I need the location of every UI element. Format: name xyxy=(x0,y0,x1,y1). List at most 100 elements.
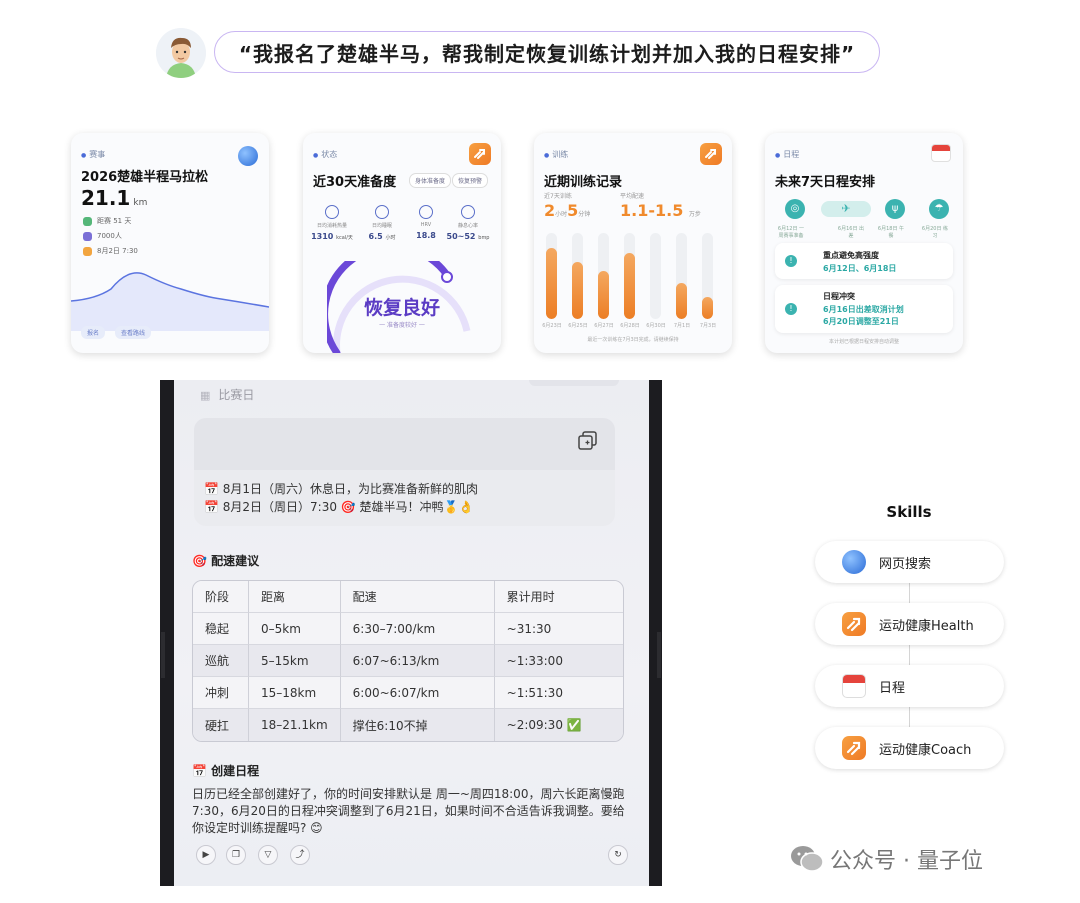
conflict-box[interactable]: ! 日程冲突 6月16日出差取消计划 6月20日调整至21日 xyxy=(775,285,953,333)
table-cell: 巡航 xyxy=(193,645,249,677)
table-cell: 冲刺 xyxy=(193,677,249,709)
box-value: 6月20日调整至21日 xyxy=(823,317,899,326)
share-icon[interactable]: ⤴ xyxy=(290,845,310,865)
race-title: 2026楚雄半程马拉松 xyxy=(81,170,209,185)
recovery-alert-button[interactable]: 恢复预警 xyxy=(452,173,489,188)
hrv-stat: HRV 18.8 xyxy=(403,205,449,240)
copy-message-icon[interactable]: ❐ xyxy=(226,845,246,865)
table-cell: 18–21.1km xyxy=(249,709,341,741)
readiness-button[interactable]: 身体准备度 xyxy=(409,173,452,188)
skill-coach[interactable]: 运动健康Coach xyxy=(815,727,1004,769)
schedule-title: 未来7天日程安排 xyxy=(775,175,876,190)
training-card[interactable]: 训练 近期训练记录 近7天训练 2小时5分钟 平均配速 1.1-1.5 万步 最… xyxy=(534,133,732,353)
elevation-chart xyxy=(71,272,269,331)
table-cell: 6:00~6:07/km xyxy=(340,677,495,709)
bar xyxy=(598,271,609,319)
bar-track xyxy=(650,233,661,319)
table-cell: ~2:09:30 ✅ xyxy=(494,709,623,741)
bar-label: 6月23日 xyxy=(542,323,562,329)
status-title: 近30天准备度 xyxy=(313,175,397,190)
calendar-app-icon xyxy=(931,144,951,162)
table-cell: 0–5km xyxy=(249,613,341,645)
heart-icon xyxy=(461,205,475,219)
table-row: 硬扛 18–21.1km 撑住6:10不掉 ~2:09:30 ✅ xyxy=(193,709,623,741)
skill-web-search[interactable]: 网页搜索 xyxy=(815,541,1004,583)
chat-screen[interactable]: 比赛日 📅 8月1日（周六）休息日，为比赛准备新鲜的肌肉 📅 8月2日（周日）7… xyxy=(174,380,649,886)
card-tag: 日程 xyxy=(775,149,799,160)
flame-icon xyxy=(325,205,339,219)
phone-frame: 比赛日 📅 8月1日（周六）休息日，为比赛准备新鲜的肌肉 📅 8月2日（周日）7… xyxy=(160,380,662,886)
top-bar xyxy=(529,380,619,386)
pace-label: 平均配速 xyxy=(620,193,645,200)
section-header: 比赛日 xyxy=(200,386,254,403)
skill-calendar[interactable]: 日程 xyxy=(815,665,1004,707)
skill-health[interactable]: 运动健康Health xyxy=(815,603,1004,645)
timeline-label: 6月20日 练习 xyxy=(921,226,949,239)
heart-rate-stat: 静息心率 50~52 bmp xyxy=(445,205,491,241)
schedule-card[interactable]: 日程 未来7天日程安排 ◎ ✈ ψ ☂ 6月12日 一周赛事准备 6月16日 出… xyxy=(765,133,963,353)
avoid-intensity-box[interactable]: ! 重点避免高强度 6月12日、6月18日 xyxy=(775,243,953,279)
recovery-subtitle: 一 准备度较好 一 xyxy=(379,322,425,329)
bar xyxy=(546,248,557,319)
training-footer: 最近一次训练在7月3日完成，请继续保持 xyxy=(587,337,679,343)
running-icon: ◎ xyxy=(785,199,805,219)
box-title: 日程冲突 xyxy=(823,292,855,301)
table-row: 冲刺 15–18km 6:00~6:07/km ~1:51:30 xyxy=(193,677,623,709)
training-title: 近期训练记录 xyxy=(544,175,623,190)
bar-track xyxy=(676,233,687,319)
time-icon xyxy=(83,246,92,256)
hrv-icon xyxy=(419,205,433,219)
table-row: 稳起 0–5km 6:30–7:00/km ~31:30 xyxy=(193,613,623,645)
route-pill[interactable]: 查看路线 xyxy=(115,326,152,339)
bar-label: 7月3日 xyxy=(699,323,717,329)
meal-icon: ψ xyxy=(885,199,905,219)
calendar-app-icon xyxy=(842,674,866,698)
copy-icon[interactable] xyxy=(577,430,599,452)
code-card-header xyxy=(194,418,615,470)
signup-pill[interactable]: 报名 xyxy=(81,326,106,339)
training-time-value: 2小时5分钟 xyxy=(544,201,591,220)
health-app-icon xyxy=(700,143,722,165)
regenerate-icon[interactable]: ↻ xyxy=(608,845,628,865)
sleep-stat: 日均睡眠 6.5 小时 xyxy=(359,205,405,241)
bar-track xyxy=(572,233,583,319)
skill-label: 运动健康Health xyxy=(879,619,974,634)
connector-line xyxy=(909,645,910,665)
health-app-icon xyxy=(842,612,866,636)
bar xyxy=(702,297,713,319)
status-card[interactable]: 状态 近30天准备度 身体准备度 恢复预警 日均消耗热量 1310 kcal/天… xyxy=(303,133,501,353)
box-value: 6月16日出差取消计划 xyxy=(823,305,904,314)
side-key xyxy=(657,632,661,678)
training-time-label: 近7天训练 xyxy=(544,193,572,200)
bar-label: 6月27日 xyxy=(594,323,614,329)
globe-icon xyxy=(238,146,258,166)
side-key xyxy=(161,632,165,678)
timeline-label: 6月18日 午餐 xyxy=(877,226,905,239)
table-cell: ~1:51:30 xyxy=(494,677,623,709)
card-tag: 状态 xyxy=(313,149,337,160)
table-cell: ~1:33:00 xyxy=(494,645,623,677)
calorie-stat: 日均消耗热量 1310 kcal/天 xyxy=(309,205,355,241)
people-icon xyxy=(83,231,92,241)
skill-label: 运动健康Coach xyxy=(879,743,972,758)
schedule-timeline: ◎ ✈ ψ ☂ xyxy=(779,199,949,221)
thumbs-down-icon[interactable]: ▽ xyxy=(258,845,278,865)
health-app-icon xyxy=(469,143,491,165)
bar-label: 6月25日 xyxy=(568,323,588,329)
play-icon[interactable]: ▶ xyxy=(196,845,216,865)
bar xyxy=(676,283,687,319)
race-distance: 21.1 km xyxy=(81,186,148,210)
table-cell: 撑住6:10不掉 xyxy=(340,709,495,741)
race-card[interactable]: 赛事 2026楚雄半程马拉松 21.1km 距赛 51 天 7000人 8月2日… xyxy=(71,133,269,353)
table-cell: 6:30–7:00/km xyxy=(340,613,495,645)
box-value: 6月12日、6月18日 xyxy=(823,264,897,273)
column-header: 配速 xyxy=(340,581,495,613)
connector-line xyxy=(909,707,910,727)
wechat-icon xyxy=(791,846,824,872)
globe-icon xyxy=(842,550,866,574)
info-icon: ! xyxy=(785,255,797,267)
schedule-footer: 本计划已根据日程安排自动调整 xyxy=(828,339,899,345)
recovery-status: 恢复良好 xyxy=(363,297,440,319)
race-info-row: 7000人 xyxy=(83,231,122,241)
create-schedule-title: 📅 创建日程 xyxy=(192,764,260,778)
